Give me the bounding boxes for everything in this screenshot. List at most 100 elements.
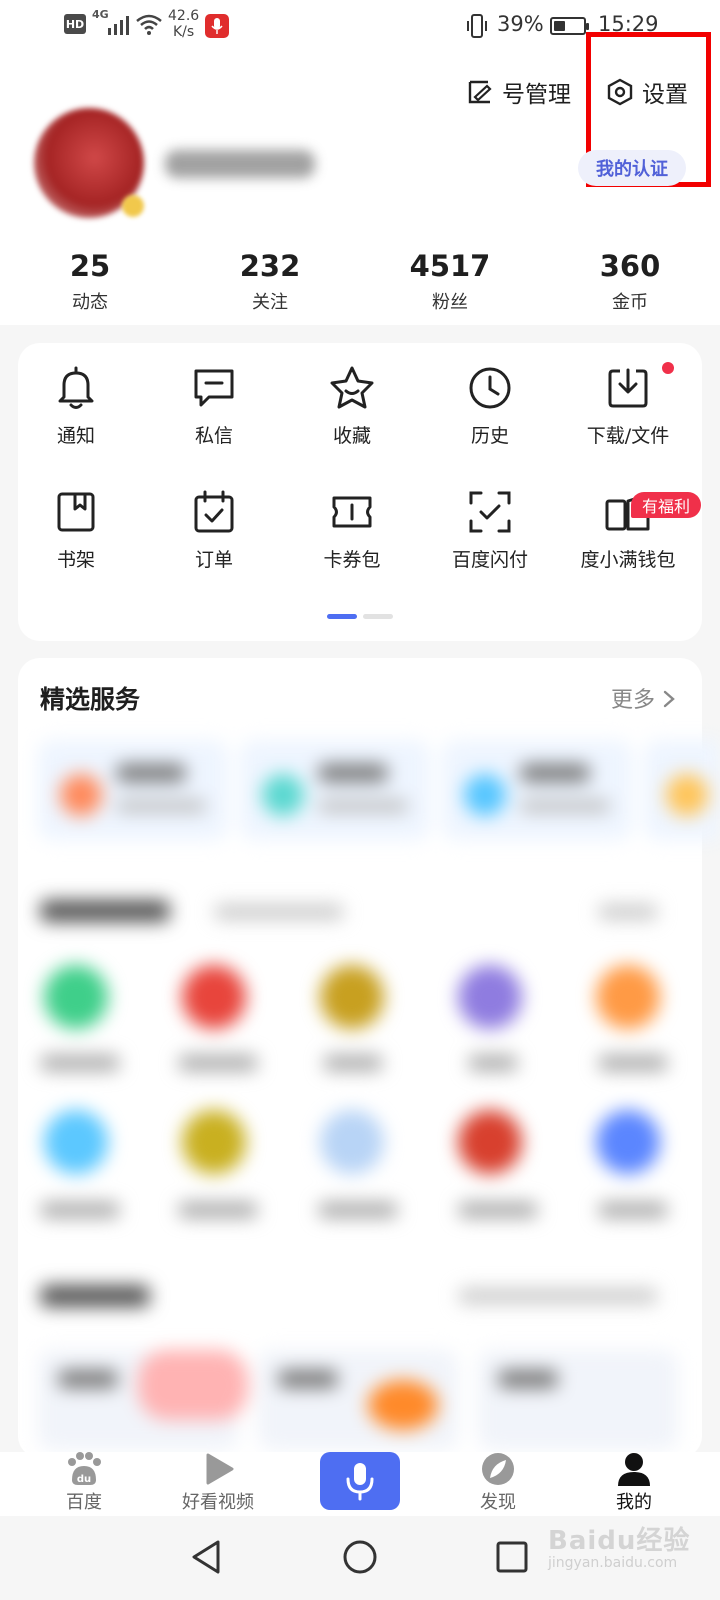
baidu-paw-icon: du bbox=[68, 1452, 101, 1485]
clock-icon bbox=[469, 367, 511, 409]
stat-fans[interactable]: 4517 粉丝 bbox=[360, 248, 540, 320]
stat-coins[interactable]: 360 金币 bbox=[540, 248, 720, 320]
order-icon bbox=[194, 490, 234, 533]
account-manage-button[interactable]: 号管理 bbox=[466, 74, 571, 110]
tab-baidu[interactable]: du 百度 bbox=[14, 1452, 154, 1514]
section-subtitle-blurred bbox=[214, 904, 344, 920]
battery-icon bbox=[550, 17, 589, 35]
signal-icon bbox=[108, 16, 129, 35]
shortcut-label: 收藏 bbox=[332, 425, 371, 447]
app-icon-blurred[interactable] bbox=[44, 1110, 108, 1174]
services-more-link[interactable]: 更多 bbox=[611, 682, 676, 714]
tab-label: 发现 bbox=[480, 1492, 516, 1513]
stats-row: 25 动态 232 关注 4517 粉丝 360 金币 bbox=[0, 248, 720, 320]
welfare-badge: 有福利 bbox=[631, 492, 701, 518]
voice-search-button[interactable] bbox=[320, 1452, 400, 1510]
shortcut-baidu-pay[interactable]: 百度闪付 bbox=[420, 489, 560, 572]
app-icon-blurred[interactable] bbox=[320, 1110, 384, 1174]
shortcut-label: 订单 bbox=[194, 549, 233, 571]
app-icon-blurred[interactable] bbox=[458, 1110, 522, 1174]
service-tile[interactable] bbox=[38, 740, 228, 840]
more-label: 更多 bbox=[611, 688, 656, 713]
shortcut-label: 卡券包 bbox=[323, 549, 381, 571]
feed-image-blurred bbox=[368, 1380, 438, 1430]
app-label-blurred bbox=[40, 1202, 120, 1218]
wifi-icon bbox=[136, 14, 162, 35]
app-label-blurred bbox=[318, 1202, 398, 1218]
section-title-blurred bbox=[40, 1285, 150, 1307]
app-icon-blurred[interactable] bbox=[44, 965, 108, 1029]
app-label-blurred bbox=[178, 1055, 258, 1071]
pager-dot bbox=[363, 614, 393, 619]
account-manage-label: 号管理 bbox=[502, 82, 571, 108]
app-icon-blurred[interactable] bbox=[320, 965, 384, 1029]
shortcut-downloads[interactable]: 下载/文件 bbox=[558, 365, 698, 448]
section-subtitle-blurred bbox=[458, 1288, 658, 1304]
hd-indicator: HD bbox=[64, 14, 86, 34]
section-title-blurred bbox=[40, 900, 170, 922]
battery-percent: 39% bbox=[497, 12, 544, 36]
section-more-blurred bbox=[598, 904, 658, 920]
pager-dot-active bbox=[327, 614, 357, 619]
stat-value: 360 bbox=[599, 249, 661, 283]
shortcut-bookshelf[interactable]: 书架 bbox=[6, 489, 146, 572]
shortcut-label: 私信 bbox=[194, 425, 233, 447]
stat-label: 金币 bbox=[612, 292, 648, 313]
tab-video[interactable]: 好看视频 bbox=[148, 1452, 288, 1514]
app-label-blurred bbox=[323, 1055, 383, 1071]
blurred-services-content bbox=[18, 740, 720, 1460]
edit-account-icon bbox=[468, 80, 492, 104]
bookshelf-icon bbox=[57, 492, 95, 532]
stat-posts[interactable]: 25 动态 bbox=[0, 248, 180, 320]
bell-icon bbox=[58, 366, 94, 409]
shortcut-orders[interactable]: 订单 bbox=[144, 489, 284, 572]
certification-button[interactable]: 我的认证 bbox=[578, 150, 686, 186]
app-icon-blurred[interactable] bbox=[458, 965, 522, 1029]
service-tile[interactable] bbox=[644, 740, 720, 840]
video-play-icon bbox=[206, 1453, 234, 1485]
shortcut-history[interactable]: 历史 bbox=[420, 365, 560, 448]
stat-value: 232 bbox=[239, 249, 301, 283]
shortcut-label: 百度闪付 bbox=[451, 549, 528, 571]
stat-following[interactable]: 232 关注 bbox=[180, 248, 360, 320]
username-blurred[interactable] bbox=[165, 150, 315, 178]
mic-recording-icon bbox=[205, 14, 229, 38]
app-label-blurred bbox=[468, 1055, 518, 1071]
tab-me[interactable]: 我的 bbox=[564, 1452, 704, 1514]
shortcut-label: 下载/文件 bbox=[586, 425, 670, 447]
tab-discover[interactable]: 发现 bbox=[428, 1452, 568, 1514]
tab-label: 好看视频 bbox=[182, 1492, 254, 1513]
app-label-blurred bbox=[178, 1202, 258, 1218]
shortcut-favorites[interactable]: 收藏 bbox=[282, 365, 422, 448]
svg-text:du: du bbox=[77, 1474, 91, 1485]
shortcut-messages[interactable]: 私信 bbox=[144, 365, 284, 448]
feed-card-blurred[interactable] bbox=[478, 1350, 678, 1450]
avatar-badge bbox=[122, 195, 144, 217]
back-icon[interactable] bbox=[188, 1538, 224, 1576]
app-icon-blurred[interactable] bbox=[182, 1110, 246, 1174]
app-icon-blurred[interactable] bbox=[182, 965, 246, 1029]
person-icon bbox=[618, 1453, 650, 1486]
stat-label: 动态 bbox=[72, 292, 108, 313]
recents-icon[interactable] bbox=[494, 1538, 530, 1576]
service-tile[interactable] bbox=[240, 740, 430, 840]
message-icon bbox=[194, 369, 234, 407]
watermark-brand: Baidu经验 bbox=[548, 1526, 691, 1556]
app-icon-blurred[interactable] bbox=[596, 1110, 660, 1174]
stat-value: 25 bbox=[69, 249, 111, 283]
feed-image-blurred bbox=[138, 1350, 248, 1420]
service-tile[interactable] bbox=[442, 740, 632, 840]
stat-value: 4517 bbox=[409, 249, 491, 283]
compass-icon bbox=[482, 1453, 514, 1485]
tab-label: 我的 bbox=[616, 1492, 652, 1513]
app-label-blurred bbox=[40, 1055, 120, 1071]
shortcut-coupons[interactable]: 卡券包 bbox=[282, 489, 422, 572]
app-label-blurred bbox=[458, 1202, 538, 1218]
app-icon-blurred[interactable] bbox=[596, 965, 660, 1029]
home-icon[interactable] bbox=[341, 1538, 379, 1576]
shortcut-label: 度小满钱包 bbox=[580, 549, 676, 571]
shortcut-notifications[interactable]: 通知 bbox=[6, 365, 146, 448]
star-icon bbox=[330, 366, 374, 409]
shortcut-label: 通知 bbox=[56, 425, 95, 447]
shortcut-label: 书架 bbox=[56, 549, 95, 571]
